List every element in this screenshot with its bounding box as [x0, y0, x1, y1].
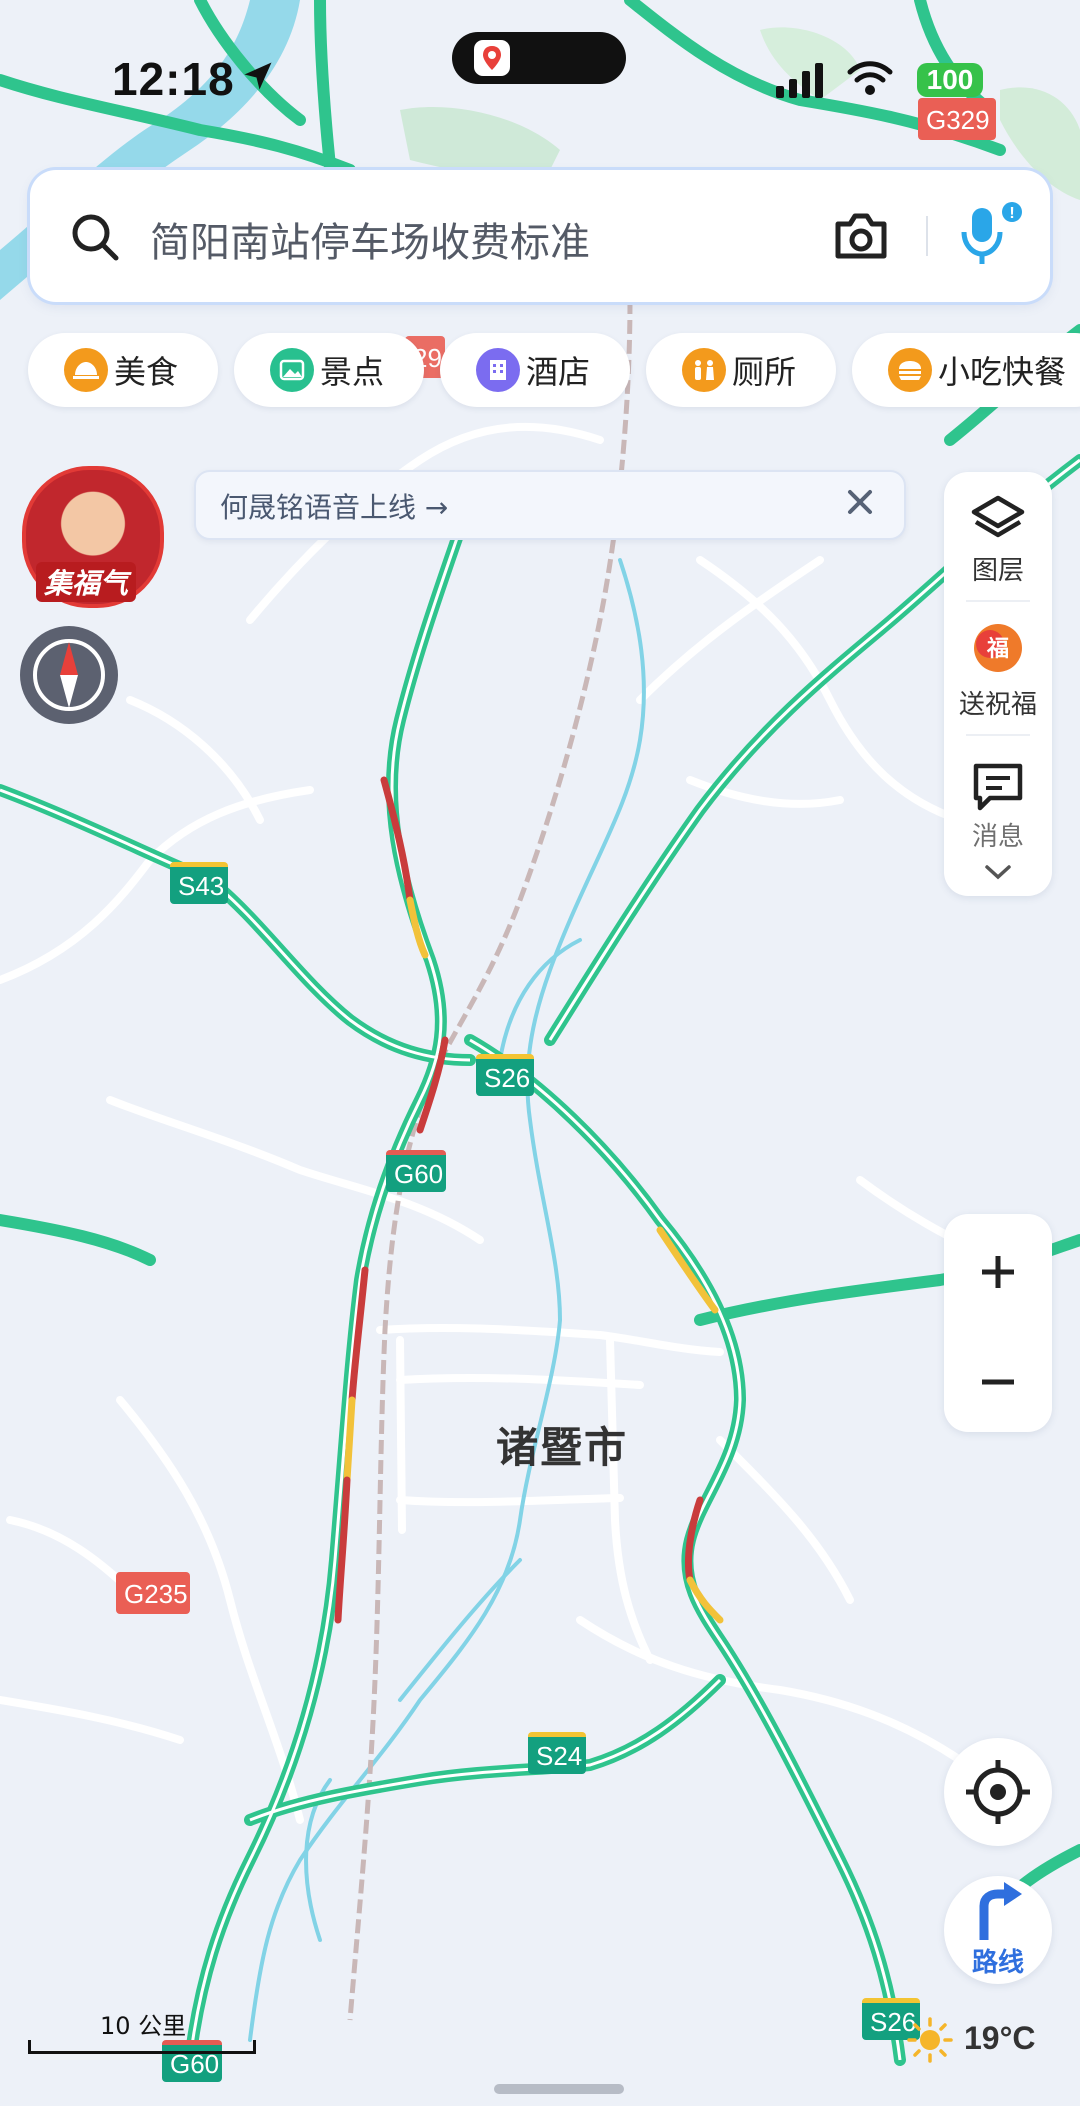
microphone-icon[interactable]: ! — [956, 198, 1026, 270]
toolbar-messages-label[interactable]: 消息 — [944, 816, 1052, 853]
message-icon[interactable] — [970, 760, 1026, 812]
road-shield-g60[interactable]: G60 — [386, 1150, 446, 1192]
scenic-icon — [270, 348, 314, 392]
target-icon — [966, 1760, 1030, 1824]
road-shield-g235[interactable]: G235 — [116, 1572, 190, 1614]
category-chip-toilet[interactable]: 厕所 — [646, 333, 836, 407]
toolbar-divider — [966, 734, 1030, 736]
category-label: 小吃快餐 — [938, 353, 1067, 391]
category-chip-hotel[interactable]: 酒店 — [440, 333, 630, 407]
zoom-out-icon[interactable] — [976, 1360, 1020, 1404]
category-label: 美食 — [114, 353, 179, 391]
blessing-icon[interactable]: 福 — [962, 616, 1034, 680]
category-label: 厕所 — [732, 353, 797, 391]
map-canvas[interactable] — [0, 0, 1080, 2106]
camera-icon[interactable] — [832, 210, 890, 262]
map-app-icon — [474, 40, 510, 76]
battery-indicator: 100 — [917, 63, 983, 97]
toilet-icon — [682, 348, 726, 392]
weather-temp[interactable]: 19°C — [964, 2020, 1036, 2057]
home-indicator[interactable] — [494, 2084, 624, 2094]
sun-icon — [907, 2017, 953, 2063]
svg-text:!: ! — [1009, 205, 1014, 222]
close-icon[interactable] — [840, 480, 880, 524]
avatar-label[interactable]: 集福气 — [36, 562, 137, 602]
locate-button[interactable] — [944, 1738, 1052, 1846]
road-shield-s24[interactable]: S24 — [528, 1732, 586, 1774]
scale-label: 10 公里 — [100, 2012, 187, 2040]
compass-button[interactable] — [20, 626, 118, 724]
city-label[interactable]: 诸暨市 — [496, 1414, 628, 1475]
category-label: 景点 — [320, 353, 385, 391]
route-arrow-icon — [979, 1882, 1022, 1940]
status-time: 12:18 — [112, 53, 235, 105]
scale-bar — [28, 2040, 256, 2054]
food-icon — [64, 348, 108, 392]
svg-text:福: 福 — [986, 637, 1009, 662]
category-chip-scenic[interactable]: 景点 — [234, 333, 424, 407]
search-divider — [926, 216, 928, 256]
toolbar-blessing-label[interactable]: 送祝福 — [944, 684, 1052, 721]
chevron-down-icon[interactable] — [984, 862, 1012, 882]
voice-banner-text[interactable]: 何晟铭语音上线 → — [220, 486, 448, 526]
search-input[interactable]: 简阳南站停车场收费标准 — [150, 210, 590, 268]
route-label[interactable]: 路线 — [944, 1942, 1052, 1979]
road-shield-s26[interactable]: S26 — [476, 1054, 534, 1096]
hotel-icon — [476, 348, 520, 392]
signal-icon — [776, 63, 823, 98]
toolbar-divider — [966, 600, 1030, 602]
search-icon — [72, 214, 119, 261]
layers-icon[interactable] — [970, 494, 1026, 542]
wifi-icon — [847, 61, 893, 95]
category-chip-food[interactable]: 美食 — [28, 333, 218, 407]
category-chip-snack[interactable]: 小吃快餐 — [852, 333, 1080, 407]
road-shield-s43[interactable]: S43 — [170, 862, 228, 904]
map-screen: { "status_bar": { "time": "12:18", "batt… — [0, 0, 1080, 2106]
road-shield-g329[interactable]: G329 — [918, 98, 996, 140]
toolbar-layers-label[interactable]: 图层 — [944, 550, 1052, 587]
zoom-in-icon[interactable] — [976, 1250, 1020, 1294]
compass-icon — [33, 639, 105, 711]
snack-icon — [888, 348, 932, 392]
location-arrow-icon — [244, 62, 272, 90]
category-label: 酒店 — [526, 353, 591, 391]
